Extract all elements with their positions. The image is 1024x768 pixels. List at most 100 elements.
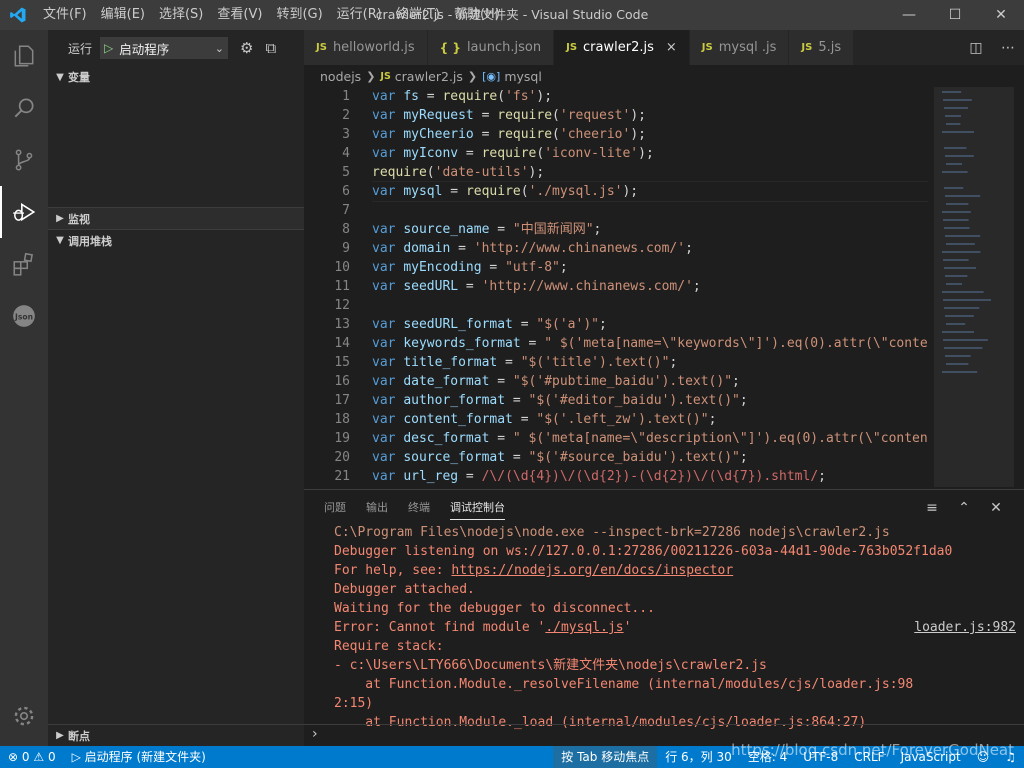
tab-mysql[interactable]: JS mysql .js <box>689 30 790 65</box>
indentation-status[interactable]: 空格: 4 <box>740 746 796 768</box>
section-callstack[interactable]: ▼ 调用堆栈 <box>48 229 304 251</box>
menu-item-0[interactable]: 文件(F) <box>36 0 94 30</box>
menu-item-3[interactable]: 查看(V) <box>210 0 269 30</box>
split-editor-icon[interactable]: ◫ <box>960 40 992 56</box>
more-actions-icon[interactable]: ⋯ <box>992 40 1024 56</box>
chevron-down-icon[interactable]: ⌄ <box>215 42 224 55</box>
console-text: Error: Cannot find module ' <box>334 620 546 635</box>
code-token: require <box>481 146 537 161</box>
code-line[interactable]: var mysql = require('./mysql.js'); <box>372 181 928 202</box>
menu-item-6[interactable]: 终端(T) <box>389 0 447 30</box>
code-line[interactable]: var seedURL_format = "$('a')"; <box>372 315 928 334</box>
source-control-icon[interactable] <box>0 134 48 186</box>
code-token: = <box>473 108 498 123</box>
line-number: 1 <box>342 89 350 104</box>
code-line[interactable]: var date_format = "$('#pubtime_baidu').t… <box>372 372 928 391</box>
menu-item-7[interactable]: 帮助(H) <box>447 0 507 30</box>
breadcrumb-file[interactable]: crawler2.js <box>395 69 463 84</box>
code-line[interactable]: require('date-utils'); <box>372 163 928 182</box>
code-line[interactable]: var author_format = "$('#editor_baidu').… <box>372 391 928 410</box>
code-line[interactable]: var content_format = "$('.left_zw').text… <box>372 410 928 429</box>
close-window-icon[interactable]: ✕ <box>978 0 1024 30</box>
menu-item-5[interactable]: 运行(R) <box>330 0 389 30</box>
section-variables[interactable]: ▼ 变量 <box>48 66 304 88</box>
minimap[interactable] <box>934 87 1014 489</box>
console-link[interactable]: https://nodejs.org/en/docs/inspector <box>451 563 733 578</box>
code-line[interactable]: var myRequest = require('request'); <box>372 106 928 125</box>
vertical-scrollbar[interactable] <box>1014 87 1024 489</box>
menu-item-4[interactable]: 转到(G) <box>269 0 329 30</box>
extensions-icon[interactable] <box>0 238 48 290</box>
code-line[interactable]: var myEncoding = "utf-8"; <box>372 258 928 277</box>
eol-status[interactable]: CRLF <box>846 746 892 768</box>
maximize-panel-icon[interactable]: ⌃ <box>948 500 980 516</box>
menu-item-2[interactable]: 选择(S) <box>152 0 210 30</box>
launch-config-select[interactable]: ▷ 启动程序 ⌄ <box>100 37 229 59</box>
code-line[interactable]: var fs = require('fs'); <box>372 87 928 106</box>
code-line[interactable]: var title_format = "$('title').text()"; <box>372 353 928 372</box>
breadcrumb-symbol[interactable]: mysql <box>504 69 542 84</box>
tab-problems[interactable]: 问题 <box>324 490 346 525</box>
tab-terminal[interactable]: 终端 <box>408 490 430 525</box>
code-line[interactable]: var source_name = "中国新闻网"; <box>372 220 928 239</box>
feedback-icon[interactable]: ☺ <box>969 746 998 768</box>
code-token: var <box>372 450 404 465</box>
code-line[interactable]: var keywords_format = " $('meta[name=\"k… <box>372 334 928 353</box>
code-line[interactable]: var domain = 'http://www.chinanews.com/'… <box>372 239 928 258</box>
code-line[interactable] <box>372 296 928 315</box>
code-token: ); <box>528 165 545 180</box>
debug-target-status[interactable]: ▷ 启动程序 (新建文件夹) <box>64 746 214 768</box>
tab-output[interactable]: 输出 <box>366 490 388 525</box>
code-line[interactable]: var desc_format = " $('meta[name=\"descr… <box>372 429 928 448</box>
start-debug-icon[interactable]: ▷ <box>104 41 113 55</box>
tab-5js[interactable]: JS 5.js <box>789 30 855 65</box>
code-line[interactable] <box>372 201 928 220</box>
code-editor[interactable]: 1 2 3 4 5 6 7 8 9 10 11 12 13 14 15 16 17 18 19 20 21 var fs… <box>304 87 1024 489</box>
code-lines[interactable]: var fs = require('fs'); var myRequest = r… <box>372 87 928 486</box>
search-icon[interactable] <box>0 82 48 134</box>
tab-crawler2[interactable]: JS crawler2.js × <box>554 30 690 65</box>
menu-bar: 文件(F) 编辑(E) 选择(S) 查看(V) 转到(G) 运行(R) 终端(T) 帮助(H) <box>36 0 507 30</box>
code-token: = <box>442 184 466 199</box>
code-line[interactable]: var seedURL = 'http://www.chinanews.com/… <box>372 277 928 296</box>
console-source-link[interactable]: loader.js:982 <box>914 618 1016 637</box>
explorer-icon[interactable] <box>0 30 48 82</box>
maximize-icon[interactable]: ☐ <box>932 0 978 30</box>
close-tab-icon[interactable]: × <box>666 40 677 55</box>
tab-debug-console[interactable]: 调试控制台 <box>450 495 505 520</box>
section-watch-label: 监视 <box>68 212 90 226</box>
repl-input[interactable]: › <box>304 724 1024 746</box>
tab-helloworld[interactable]: JS helloworld.js <box>304 30 428 65</box>
debug-console-icon[interactable]: ⧉ <box>265 39 276 57</box>
cursor-position-status[interactable]: 行 6，列 30 <box>657 746 740 768</box>
code-line[interactable]: var url_reg = /\/(\d{4})\/(\d{2})-(\d{2}… <box>372 467 928 486</box>
code-line[interactable]: var myIconv = require('iconv-lite'); <box>372 144 928 163</box>
clear-console-icon[interactable]: ≡ <box>916 500 948 516</box>
tab-focus-status[interactable]: 按 Tab 移动焦点 <box>553 746 658 768</box>
launch-config-label: 启动程序 <box>119 41 170 57</box>
console-link[interactable]: ./mysql.js <box>545 620 623 635</box>
settings-gear-icon[interactable] <box>0 690 48 742</box>
code-token: require <box>465 184 521 199</box>
problems-status[interactable]: ⊗ 0 ⚠ 0 <box>0 746 64 768</box>
json-icon[interactable]: Json <box>0 290 48 342</box>
encoding-status[interactable]: UTF-8 <box>795 746 846 768</box>
minimap-slider[interactable] <box>934 87 1014 487</box>
section-breakpoints[interactable]: ▶ 断点 <box>48 724 304 746</box>
menu-item-1[interactable]: 编辑(E) <box>94 0 152 30</box>
language-status[interactable]: JavaScript <box>893 746 969 768</box>
close-panel-icon[interactable]: ✕ <box>980 500 1012 516</box>
minimize-icon[interactable]: — <box>886 0 932 30</box>
console-line: Debugger listening on ws://127.0.0.1:272… <box>334 544 953 559</box>
open-launch-json-gear-icon[interactable]: ⚙ <box>240 39 253 57</box>
debug-console-output: C:\Program Files\nodejs\node.exe --inspe… <box>334 523 1024 732</box>
code-line[interactable]: var source_format = "$('#source_baidu').… <box>372 448 928 467</box>
notifications-bell-icon[interactable]: ♫ <box>997 746 1024 768</box>
run-debug-icon[interactable] <box>0 186 48 238</box>
code-token: var <box>372 412 404 427</box>
code-line[interactable]: var myCheerio = require('cheerio'); <box>372 125 928 144</box>
section-watch[interactable]: ▶ 监视 <box>48 207 304 229</box>
tab-launch-json[interactable]: { } launch.json <box>427 30 555 65</box>
breadcrumb-folder[interactable]: nodejs <box>320 69 361 84</box>
console-line: - c:\Users\LTY666\Documents\新建文件夹\nodejs… <box>334 658 767 673</box>
